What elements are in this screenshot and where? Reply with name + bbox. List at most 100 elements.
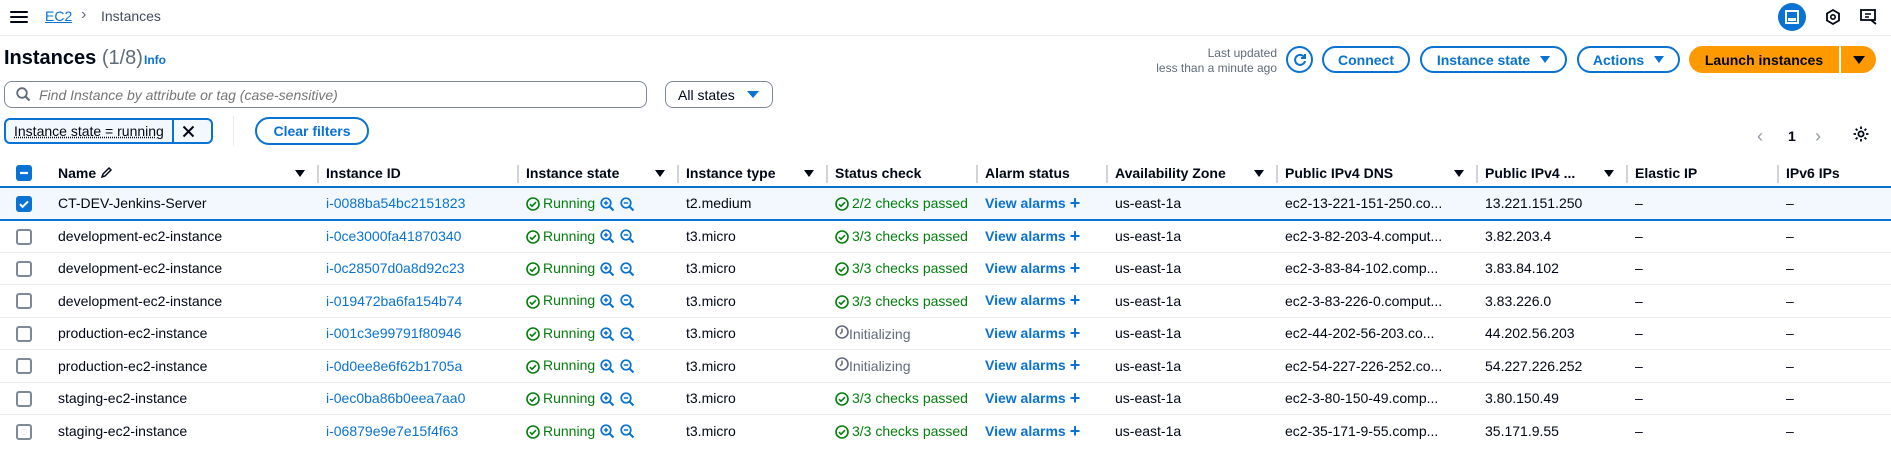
row-checkbox[interactable]	[16, 293, 32, 310]
table-row[interactable]: CT-DEV-Jenkins-Server i-0088ba54bc2151823…	[0, 186, 1891, 221]
column-alarm-status[interactable]: Alarm status	[978, 159, 1108, 187]
clear-filters-button[interactable]: Clear filters	[255, 117, 369, 145]
view-alarms-link[interactable]: View alarms +	[985, 388, 1081, 408]
checkbox-cell[interactable]	[0, 284, 51, 317]
view-alarms-link[interactable]: View alarms +	[985, 290, 1081, 310]
zoom-out-icon[interactable]	[620, 294, 635, 309]
plus-icon[interactable]: +	[1070, 193, 1081, 213]
filter-token-label[interactable]: Instance state = running	[6, 120, 174, 142]
row-checkbox[interactable]	[16, 260, 32, 277]
view-alarms-link[interactable]: View alarms +	[985, 226, 1081, 246]
column-public-ip[interactable]: Public IPv4 ...	[1478, 159, 1628, 187]
plus-icon[interactable]: +	[1070, 323, 1081, 343]
launch-instances-button[interactable]: Launch instances	[1689, 46, 1839, 73]
instance-id-link[interactable]: i-001c3e99791f80946	[326, 325, 461, 341]
launch-dropdown-button[interactable]	[1841, 46, 1876, 73]
table-row[interactable]: development-ec2-instance i-0ce3000fa41870…	[0, 219, 1891, 252]
instance-id-link[interactable]: i-0ec0ba86b0eea7aa0	[326, 390, 465, 406]
instance-id-link[interactable]: i-0ce3000fa41870340	[326, 228, 461, 244]
gear-icon[interactable]	[1852, 125, 1870, 146]
zoom-out-icon[interactable]	[620, 196, 635, 212]
plus-icon[interactable]: +	[1070, 388, 1081, 408]
column-instance-state[interactable]: Instance state	[519, 159, 679, 187]
checkbox-cell[interactable]	[0, 316, 51, 350]
checkbox-cell[interactable]	[0, 186, 51, 221]
column-public-dns[interactable]: Public IPv4 DNS	[1278, 159, 1478, 187]
row-checkbox[interactable]	[16, 358, 32, 375]
instance-state-button[interactable]: Instance state	[1420, 46, 1567, 73]
checkbox-cell[interactable]	[0, 251, 51, 285]
checkbox-cell[interactable]	[0, 414, 51, 447]
column-instance-id[interactable]: Instance ID	[319, 159, 519, 187]
row-checkbox[interactable]	[16, 325, 32, 342]
view-alarms-link[interactable]: View alarms +	[985, 323, 1081, 343]
table-row[interactable]: production-ec2-instance i-001c3e99791f809…	[0, 316, 1891, 350]
view-alarms-link[interactable]: View alarms +	[985, 193, 1081, 213]
column-elastic-ip[interactable]: Elastic IP	[1628, 159, 1779, 187]
connect-button[interactable]: Connect	[1322, 46, 1410, 73]
zoom-out-icon[interactable]	[620, 229, 635, 244]
plus-icon[interactable]: +	[1070, 226, 1081, 246]
row-checkbox[interactable]	[16, 195, 32, 212]
view-alarms-link[interactable]: View alarms +	[985, 258, 1081, 278]
search-input[interactable]	[39, 86, 629, 103]
select-all-cell[interactable]	[0, 159, 51, 187]
checkbox-cell[interactable]	[0, 381, 51, 415]
checkbox-cell[interactable]	[0, 349, 51, 382]
refresh-icon[interactable]	[1286, 46, 1313, 73]
instance-id-link[interactable]: i-0c28507d0a8d92c23	[326, 260, 465, 276]
zoom-in-icon[interactable]	[600, 229, 615, 244]
plus-icon[interactable]: +	[1070, 355, 1081, 375]
panel-icon[interactable]	[1778, 3, 1806, 31]
sort-icon[interactable]	[1604, 170, 1614, 177]
zoom-in-icon[interactable]	[600, 261, 615, 277]
plus-icon[interactable]: +	[1070, 290, 1081, 310]
zoom-in-icon[interactable]	[600, 359, 615, 374]
instance-id-link[interactable]: i-06879e9e7e15f4f63	[326, 423, 458, 439]
plus-icon[interactable]: +	[1070, 421, 1081, 441]
zoom-in-icon[interactable]	[600, 326, 615, 342]
sort-icon[interactable]	[1454, 170, 1464, 177]
zoom-out-icon[interactable]	[620, 326, 635, 342]
table-row[interactable]: staging-ec2-instance i-0ec0ba86b0eea7aa0 R…	[0, 381, 1891, 415]
instance-id-link[interactable]: i-019472ba6fa154b74	[326, 293, 462, 309]
select-all-checkbox[interactable]	[16, 165, 32, 182]
column-instance-type[interactable]: Instance type	[679, 159, 828, 187]
actions-button[interactable]: Actions	[1577, 46, 1680, 73]
states-select[interactable]: All states	[665, 81, 773, 108]
sort-icon[interactable]	[804, 170, 814, 177]
zoom-out-icon[interactable]	[620, 424, 635, 439]
sort-icon[interactable]	[655, 170, 665, 177]
row-checkbox[interactable]	[16, 390, 32, 407]
menu-icon[interactable]	[10, 9, 28, 25]
sort-icon[interactable]	[1254, 170, 1264, 177]
zoom-in-icon[interactable]	[600, 294, 615, 309]
chevron-left-icon[interactable]: ‹	[1757, 126, 1763, 147]
table-row[interactable]: staging-ec2-instance i-06879e9e7e15f4f63 R…	[0, 414, 1891, 447]
view-alarms-link[interactable]: View alarms +	[985, 421, 1081, 441]
table-row[interactable]: development-ec2-instance i-019472ba6fa154…	[0, 284, 1891, 317]
row-checkbox[interactable]	[16, 423, 32, 440]
zoom-out-icon[interactable]	[620, 359, 635, 374]
sort-icon[interactable]	[295, 170, 305, 177]
zoom-in-icon[interactable]	[600, 391, 615, 407]
settings-hex-icon[interactable]	[1820, 4, 1846, 30]
table-row[interactable]: production-ec2-instance i-0d0ee8e6f62b170…	[0, 349, 1891, 382]
checkbox-cell[interactable]	[0, 219, 51, 252]
zoom-out-icon[interactable]	[620, 391, 635, 407]
table-row[interactable]: development-ec2-instance i-0c28507d0a8d92…	[0, 251, 1891, 285]
row-checkbox[interactable]	[16, 228, 32, 245]
instance-id-link[interactable]: i-0d0ee8e6f62b1705a	[326, 358, 462, 374]
close-icon[interactable]	[174, 120, 203, 142]
zoom-in-icon[interactable]	[600, 424, 615, 439]
instance-id-link[interactable]: i-0088ba54bc2151823	[326, 195, 465, 211]
column-availability-zone[interactable]: Availability Zone	[1108, 159, 1278, 187]
column-ipv6[interactable]: IPv6 IPs	[1779, 159, 1891, 187]
column-name[interactable]: Name	[51, 159, 319, 187]
plus-icon[interactable]: +	[1070, 258, 1081, 278]
zoom-in-icon[interactable]	[600, 196, 615, 212]
page-number[interactable]: 1	[1788, 128, 1796, 144]
view-alarms-link[interactable]: View alarms +	[985, 355, 1081, 375]
info-link[interactable]: Info	[144, 53, 166, 67]
column-status-check[interactable]: Status check	[828, 159, 978, 187]
